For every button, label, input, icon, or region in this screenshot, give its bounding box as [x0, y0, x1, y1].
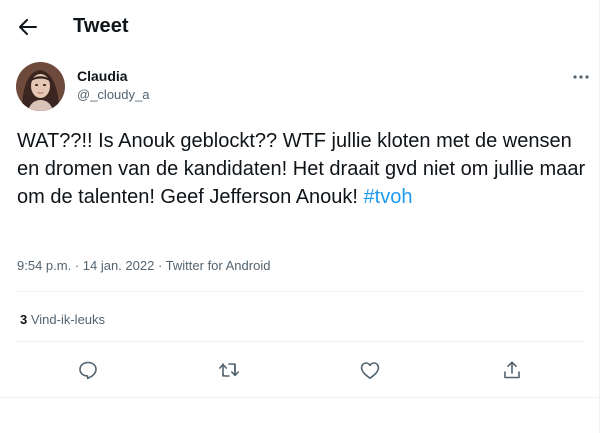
- author: Claudia @_cloudy_a: [77, 68, 149, 103]
- more-icon: [573, 75, 589, 79]
- tweet-actions: [0, 353, 600, 387]
- divider: [16, 291, 584, 292]
- meta-separator: ·: [71, 258, 83, 273]
- hashtag-link[interactable]: #tvoh: [364, 186, 413, 208]
- tweet-header: Claudia @_cloudy_a: [16, 62, 589, 114]
- tweet-source[interactable]: Twitter for Android: [166, 258, 271, 273]
- back-button[interactable]: [13, 12, 43, 42]
- reply-icon: [78, 360, 98, 380]
- tweet-time[interactable]: 9:54 p.m.: [17, 258, 71, 273]
- likes-label: Vind-ik-leuks: [27, 312, 106, 327]
- retweet-icon: [218, 360, 240, 380]
- author-handle[interactable]: @_cloudy_a: [77, 87, 149, 103]
- tweet-date[interactable]: 14 jan. 2022: [83, 258, 155, 273]
- like-icon: [360, 361, 380, 380]
- header: Tweet: [0, 0, 599, 53]
- share-icon: [502, 360, 522, 380]
- tweet-body: WAT??!! Is Anouk geblockt?? WTF jullie k…: [17, 130, 586, 208]
- tweet-text: WAT??!! Is Anouk geblockt?? WTF jullie k…: [17, 127, 589, 211]
- arrow-left-icon: [19, 19, 37, 35]
- page-title: Tweet: [73, 15, 129, 37]
- retweet-button[interactable]: [212, 353, 246, 387]
- meta-separator: ·: [154, 258, 166, 273]
- divider: [16, 341, 584, 342]
- author-display-name[interactable]: Claudia: [77, 68, 149, 84]
- likes-count-link[interactable]: 3 Vind-ik-leuks: [20, 311, 105, 329]
- reply-button[interactable]: [71, 353, 105, 387]
- divider: [0, 397, 600, 398]
- like-button[interactable]: [353, 353, 387, 387]
- share-button[interactable]: [495, 353, 529, 387]
- more-options-button[interactable]: [568, 64, 594, 90]
- avatar[interactable]: [16, 62, 65, 111]
- tweet-page: Tweet Claudia @_cloudy_a WAT??!! Is Anou…: [0, 0, 600, 433]
- tweet-meta: 9:54 p.m. · 14 jan. 2022 · Twitter for A…: [17, 257, 270, 275]
